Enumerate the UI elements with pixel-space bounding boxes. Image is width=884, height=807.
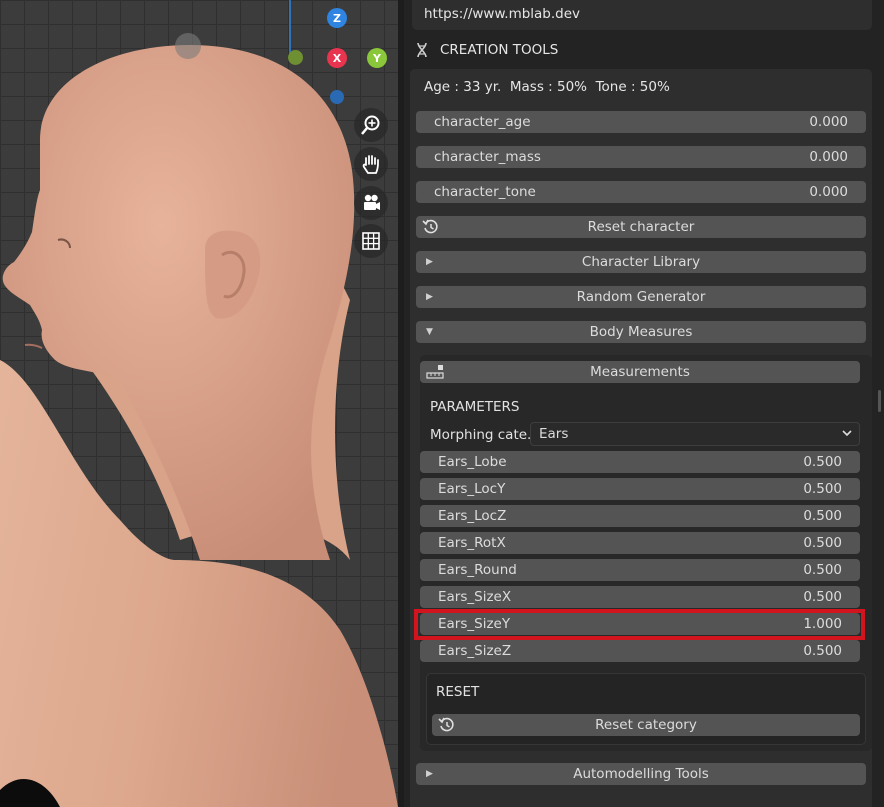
body-measures-toggle[interactable]: ▼ Body Measures (416, 321, 866, 343)
param-value: 0.500 (803, 589, 842, 605)
gizmo-neg-y-axis[interactable] (288, 50, 303, 65)
param-label: Ears_LocY (438, 481, 506, 497)
character-model (0, 0, 398, 807)
button-label: Body Measures (589, 324, 693, 340)
ruler-icon (426, 364, 444, 384)
reset-history-icon (422, 218, 440, 240)
param-ears-rotx[interactable]: Ears_RotX 0.500 (420, 532, 860, 554)
param-label: Ears_LocZ (438, 508, 507, 524)
character-stats: Age : 33 yr. Mass : 50% Tone : 50% (424, 79, 670, 95)
slider-value: 0.000 (809, 184, 848, 200)
button-label: Measurements (590, 364, 690, 380)
highlight-box (414, 609, 865, 640)
reset-history-icon (438, 716, 456, 738)
triangle-down-icon: ▼ (426, 327, 433, 337)
triangle-right-icon: ▶ (426, 769, 433, 779)
button-label: Reset character (587, 219, 695, 235)
triangle-right-icon: ▶ (426, 257, 433, 267)
url-label[interactable]: https://www.mblab.dev (412, 0, 872, 30)
button-label: Automodelling Tools (573, 766, 709, 782)
param-label: Ears_Lobe (438, 454, 507, 470)
morphing-category-label: Morphing cate.. (430, 427, 536, 443)
scrollbar[interactable] (878, 390, 881, 412)
reset-label: RESET (436, 684, 480, 700)
param-label: Ears_SizeZ (438, 643, 512, 659)
chevron-down-icon (841, 427, 853, 443)
slider-character-mass[interactable]: character_mass 0.000 (416, 146, 866, 168)
button-label: Character Library (581, 254, 701, 270)
reset-category-button[interactable]: Reset category (432, 714, 860, 736)
slider-label: character_mass (434, 149, 541, 165)
slider-character-tone[interactable]: character_tone 0.000 (416, 181, 866, 203)
param-value: 0.500 (803, 508, 842, 524)
character-library-toggle[interactable]: ▶ Character Library (416, 251, 866, 273)
slider-label: character_tone (434, 184, 536, 200)
param-value: 0.500 (803, 535, 842, 551)
param-ears-round[interactable]: Ears_Round 0.500 (420, 559, 860, 581)
body-measures-panel: Measurements PARAMETERS Morphing cate.. … (414, 355, 872, 751)
properties-panel: https://www.mblab.dev CREATION TOOLS Age… (404, 0, 884, 807)
slider-value: 0.000 (809, 149, 848, 165)
grid-ortho-icon[interactable] (354, 224, 388, 258)
param-value: 0.500 (803, 481, 842, 497)
slider-character-age[interactable]: character_age 0.000 (416, 111, 866, 133)
automodelling-tools-toggle[interactable]: ▶ Automodelling Tools (416, 763, 866, 785)
section-title: CREATION TOOLS (440, 42, 559, 58)
slider-label: character_age (434, 114, 531, 130)
param-ears-locz[interactable]: Ears_LocZ 0.500 (420, 505, 860, 527)
param-ears-locy[interactable]: Ears_LocY 0.500 (420, 478, 860, 500)
creation-tools-body: Age : 33 yr. Mass : 50% Tone : 50% chara… (410, 69, 872, 807)
3d-viewport[interactable]: Z X Y (0, 0, 398, 807)
param-label: Ears_SizeX (438, 589, 512, 605)
slider-value: 0.000 (809, 114, 848, 130)
button-label: Reset category (595, 717, 697, 733)
camera-icon[interactable] (354, 186, 388, 220)
param-ears-lobe[interactable]: Ears_Lobe 0.500 (420, 451, 860, 473)
dna-icon (414, 42, 430, 58)
gizmo-neg-z-axis[interactable] (330, 90, 344, 104)
dropdown-value: Ears (539, 426, 569, 442)
param-label: Ears_Round (438, 562, 517, 578)
param-value: 0.500 (803, 562, 842, 578)
reset-box: RESET Reset category (426, 673, 866, 745)
param-ears-sizez[interactable]: Ears_SizeZ 0.500 (420, 640, 860, 662)
gizmo-y-axis[interactable]: Y (367, 48, 387, 68)
gizmo-z-axis[interactable]: Z (327, 8, 347, 28)
triangle-right-icon: ▶ (426, 292, 433, 302)
param-label: Ears_RotX (438, 535, 506, 551)
hand-pan-icon[interactable] (354, 147, 388, 181)
param-value: 0.500 (803, 643, 842, 659)
parameters-label: PARAMETERS (430, 399, 520, 415)
measurements-button[interactable]: Measurements (420, 361, 860, 383)
reset-character-button[interactable]: Reset character (416, 216, 866, 238)
random-generator-toggle[interactable]: ▶ Random Generator (416, 286, 866, 308)
morphing-category-dropdown[interactable]: Ears (530, 422, 860, 446)
param-value: 0.500 (803, 454, 842, 470)
button-label: Random Generator (576, 289, 706, 305)
creation-tools-header[interactable]: CREATION TOOLS (412, 35, 872, 65)
gizmo-x-axis[interactable]: X (327, 48, 347, 68)
zoom-icon[interactable] (354, 108, 388, 142)
param-ears-sizex[interactable]: Ears_SizeX 0.500 (420, 586, 860, 608)
